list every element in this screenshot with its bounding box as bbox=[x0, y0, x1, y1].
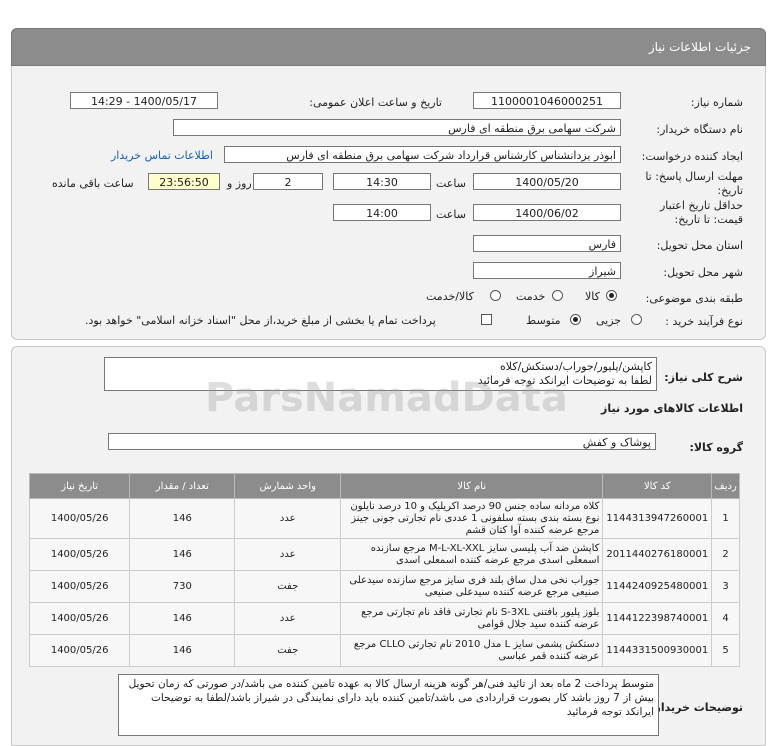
buyer-notes-label: توضیحات خریدار: bbox=[650, 701, 743, 714]
cell-unit: جفت bbox=[234, 570, 342, 603]
summary-line-1: کاپشن/پلیور/جوراب/دستکش/کلاه bbox=[500, 360, 652, 373]
table-header-row: ردیف کد کالا نام کالا واحد شمارش تعداد /… bbox=[28, 473, 740, 499]
deadline-label: مهلت ارسال پاسخ: تا bbox=[645, 170, 743, 183]
cell-date: 1400/05/26 bbox=[28, 538, 131, 571]
validity-label: حداقل تاریخ اعتبار bbox=[659, 199, 743, 212]
purchase-medium-radio[interactable] bbox=[570, 314, 581, 325]
validity-time-field: 14:00 bbox=[333, 204, 431, 221]
buyer-label: نام دستگاه خریدار: bbox=[656, 123, 743, 136]
cell-unit: جفت bbox=[234, 634, 342, 667]
category-goods-radio[interactable] bbox=[606, 290, 617, 301]
remaining-time-label: ساعت باقی مانده bbox=[52, 177, 134, 190]
cell-code: 1144313947260001 bbox=[602, 498, 713, 539]
col-date: تاریخ نیاز bbox=[28, 473, 131, 499]
cell-date: 1400/05/26 bbox=[28, 498, 131, 539]
purchase-minor-label: جزیی bbox=[596, 314, 622, 327]
goods-group-label: گروه کالا: bbox=[689, 441, 743, 454]
cell-unit: عدد bbox=[234, 538, 342, 571]
cell-code: 1144331500930001 bbox=[602, 634, 713, 667]
table-row: 4 1144122398740001 بلوز پلیور بافتنی S-3… bbox=[28, 602, 740, 635]
remaining-time-field: 23:56:50 bbox=[148, 173, 220, 190]
cell-date: 1400/05/26 bbox=[28, 602, 131, 635]
summary-label: شرح کلی نیاز: bbox=[664, 371, 743, 384]
cell-row: 2 bbox=[711, 538, 740, 571]
cell-qty: 146 bbox=[129, 602, 236, 635]
cell-qty: 146 bbox=[129, 634, 236, 667]
category-service-radio[interactable] bbox=[552, 290, 563, 301]
city-field: شیراز bbox=[473, 262, 621, 279]
goods-group-field: پوشاک و کفش bbox=[108, 433, 656, 450]
cell-row: 4 bbox=[711, 602, 740, 635]
treasury-payment-text: پرداخت تمام یا بخشی از مبلغ خرید،از محل … bbox=[85, 314, 436, 327]
goods-table: ردیف کد کالا نام کالا واحد شمارش تعداد /… bbox=[28, 473, 740, 667]
creator-label: ایجاد کننده درخواست: bbox=[641, 150, 743, 163]
validity-date-field: 1400/06/02 bbox=[473, 204, 621, 221]
cell-row: 1 bbox=[711, 498, 740, 539]
cell-date: 1400/05/26 bbox=[28, 570, 131, 603]
contact-buyer-link[interactable]: اطلاعات تماس خریدار bbox=[111, 149, 213, 162]
table-row: 2 2011440276180001 کاپشن ضد آب پلیسی سای… bbox=[28, 538, 740, 571]
table-row: 5 1144331500930001 دستکش پشمی سایز L مدل… bbox=[28, 634, 740, 667]
deadline-date-label: تاریخ: bbox=[717, 184, 743, 197]
buyer-field: شرکت سهامی برق منطقه ای فارس bbox=[173, 119, 621, 136]
cell-qty: 146 bbox=[129, 498, 236, 539]
deadline-date-field: 1400/05/20 bbox=[473, 173, 621, 190]
cell-date: 1400/05/26 bbox=[28, 634, 131, 667]
col-code: کد کالا bbox=[602, 473, 713, 499]
cell-row: 3 bbox=[711, 570, 740, 603]
cell-qty: 146 bbox=[129, 538, 236, 571]
cell-qty: 730 bbox=[129, 570, 236, 603]
table-row: 1 1144313947260001 کلاه مردانه ساده جنس … bbox=[28, 498, 740, 539]
page-title: جزئیات اطلاعات نیاز bbox=[648, 40, 751, 54]
province-label: استان محل تحویل: bbox=[656, 239, 743, 252]
cell-unit: عدد bbox=[234, 602, 342, 635]
category-service-label: خدمت bbox=[516, 290, 546, 303]
days-label: روز و bbox=[227, 177, 252, 190]
cell-name: جوراب نخی مدل ساق بلند فری سایز مرجع ساز… bbox=[340, 570, 604, 603]
deadline-time-field: 14:30 bbox=[333, 173, 431, 190]
validity-time-label: ساعت bbox=[436, 208, 466, 221]
summary-line-2: لطفا به توضیحات ایرانکد توجه فرمائید bbox=[477, 374, 652, 387]
category-label: طبقه بندی موضوعی: bbox=[645, 292, 743, 305]
announce-label: تاریخ و ساعت اعلان عمومی: bbox=[309, 96, 442, 109]
buyer-notes-field: متوسط پرداخت 2 ماه بعد از تائید فنی/هر گ… bbox=[118, 674, 659, 736]
cell-name: بلوز پلیور بافتنی S-3XL نام تجارتی فاقد … bbox=[340, 602, 604, 635]
announce-field: 1400/05/17 - 14:29 bbox=[70, 92, 218, 109]
col-row: ردیف bbox=[711, 473, 740, 499]
goods-info-title: اطلاعات کالاهای مورد نیاز bbox=[601, 402, 743, 415]
col-unit: واحد شمارش bbox=[234, 473, 342, 499]
purchase-medium-label: متوسط bbox=[526, 314, 561, 327]
cell-code: 2011440276180001 bbox=[602, 538, 713, 571]
province-field: فارس bbox=[473, 235, 621, 252]
summary-field: کاپشن/پلیور/جوراب/دستکش/کلاه لطفا به توض… bbox=[104, 357, 657, 391]
cell-code: 1144122398740001 bbox=[602, 602, 713, 635]
purchase-type-label: نوع فرآیند خرید : bbox=[665, 315, 743, 328]
col-qty: تعداد / مقدار bbox=[129, 473, 236, 499]
creator-field: ابوذر یزدانشناس کارشناس قرارداد شرکت سها… bbox=[224, 146, 621, 163]
cell-name: کلاه مردانه ساده جنس 90 درصد اکریلیک و 1… bbox=[340, 498, 604, 539]
city-label: شهر محل تحویل: bbox=[663, 266, 743, 279]
category-both-radio[interactable] bbox=[490, 290, 501, 301]
cell-name: کاپشن ضد آب پلیسی سایز M-L-XL-XXL مرجع س… bbox=[340, 538, 604, 571]
need-number-label: شماره نیاز: bbox=[690, 96, 743, 109]
cell-unit: عدد bbox=[234, 498, 342, 539]
need-number-field: 1100001046000251 bbox=[473, 92, 621, 109]
page-header: جزئیات اطلاعات نیاز bbox=[11, 28, 766, 66]
deadline-time-label: ساعت bbox=[436, 177, 466, 190]
treasury-payment-checkbox[interactable] bbox=[481, 314, 492, 325]
table-row: 3 1144240925480001 جوراب نخی مدل ساق بلن… bbox=[28, 570, 740, 603]
validity-date-label: قیمت: تا تاریخ: bbox=[674, 213, 743, 226]
category-both-label: کالا/خدمت bbox=[426, 290, 474, 303]
purchase-minor-radio[interactable] bbox=[631, 314, 642, 325]
cell-name: دستکش پشمی سایز L مدل 2010 نام تجارتی CL… bbox=[340, 634, 604, 667]
category-goods-label: کالا bbox=[585, 290, 600, 303]
days-remaining-field: 2 bbox=[253, 173, 323, 190]
col-name: نام کالا bbox=[340, 473, 604, 499]
cell-row: 5 bbox=[711, 634, 740, 667]
cell-code: 1144240925480001 bbox=[602, 570, 713, 603]
